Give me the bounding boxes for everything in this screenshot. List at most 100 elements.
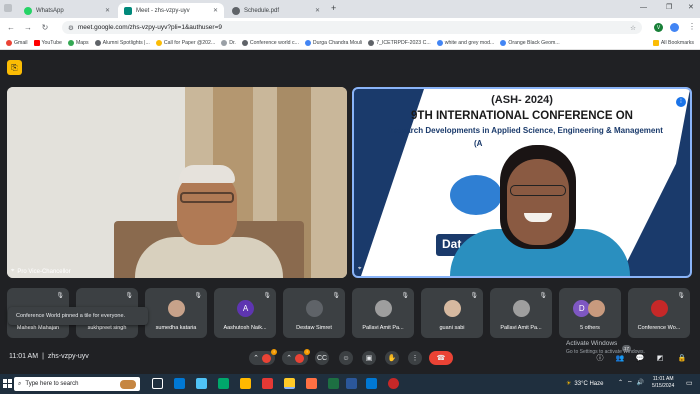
address-bar[interactable]: ⚙ meet.google.com/zhs-vzpy-uyv?pli=1&aut… bbox=[62, 21, 642, 34]
hang-up-icon: ☎ bbox=[436, 355, 446, 362]
recording-info-icon[interactable]: ⎘ bbox=[7, 60, 22, 75]
hand-icon: ✋ bbox=[387, 355, 397, 362]
avatar bbox=[513, 300, 530, 317]
bookmark-call-for-paper[interactable]: Call for Paper @202... bbox=[155, 40, 215, 46]
bookmark-maps[interactable]: Maps bbox=[67, 40, 89, 46]
app-icon[interactable] bbox=[306, 378, 317, 389]
participant-tile[interactable]: 🎙 guani sabi bbox=[421, 288, 483, 338]
meeting-time: 11:01 AM bbox=[9, 353, 39, 360]
pinned-toast: Conference World pinned a tile for every… bbox=[8, 307, 148, 325]
bookmark-dr[interactable]: Dr. bbox=[221, 40, 236, 46]
folder-icon bbox=[652, 40, 659, 46]
excel-icon[interactable] bbox=[328, 378, 339, 389]
emoji-button[interactable]: ☺ bbox=[339, 351, 353, 365]
page-icon bbox=[500, 40, 507, 46]
avatar bbox=[306, 300, 323, 317]
chevron-up-icon: ⌃ bbox=[618, 380, 624, 386]
reload-icon[interactable]: ↻ bbox=[39, 22, 51, 34]
whatsapp-icon bbox=[24, 6, 32, 15]
captions-button[interactable]: CC bbox=[315, 351, 329, 365]
restore-icon[interactable]: ❐ bbox=[666, 3, 672, 11]
taskbar-clock[interactable]: 11:01 AM 5/15/2024 bbox=[652, 376, 674, 390]
video-tile-pro-vice-chancellor[interactable]: ⌖ Pro Vice-Chancellor bbox=[7, 87, 347, 278]
mic-muted-icon: 🎙 bbox=[677, 293, 685, 299]
participant-tile[interactable]: 🎙 sumedha kataria bbox=[145, 288, 207, 338]
video-tile-international-conference[interactable]: (ASH- 2024) 9TH INTERNATIONAL CONFERENCE… bbox=[352, 87, 692, 278]
bookmark-gmail[interactable]: Gmail bbox=[6, 40, 28, 46]
speaking-indicator-icon: ⁞ bbox=[676, 97, 686, 107]
participant-tile-others[interactable]: D5 others bbox=[559, 288, 621, 338]
weather-widget[interactable]: ☀ 33°C Haze bbox=[566, 380, 603, 388]
bookmark-white-grey[interactable]: white and grey mod... bbox=[436, 40, 494, 46]
close-icon[interactable]: ✕ bbox=[105, 7, 110, 14]
menu-dots-icon[interactable]: ⋮ bbox=[688, 22, 696, 31]
globe-icon bbox=[232, 6, 240, 15]
raise-hand-button[interactable]: ✋ bbox=[385, 351, 399, 365]
slide-line-4: (A bbox=[474, 139, 483, 148]
app-icon[interactable] bbox=[196, 378, 207, 389]
edge-icon[interactable] bbox=[174, 378, 185, 389]
bookmark-icetrpdf[interactable]: 7_ICETRPDF-2023 C... bbox=[368, 40, 431, 46]
bookmark-star-icon[interactable]: ☆ bbox=[630, 24, 636, 32]
back-icon[interactable]: ← bbox=[5, 22, 17, 34]
mic-warning-badge: ! bbox=[271, 349, 277, 355]
pin-icon: ⌖ bbox=[11, 268, 15, 274]
participant-tile[interactable]: 🎙 Destaw Simret bbox=[283, 288, 345, 338]
activities-icon[interactable]: ◩ bbox=[654, 352, 666, 364]
bookmarks-bar: Gmail YouTube Maps Alumni Spotlights |..… bbox=[0, 37, 700, 50]
captions-icon: CC bbox=[316, 354, 328, 362]
participant-name-overlay: ⌖ International Conference bbox=[358, 266, 431, 273]
taskbar-search-box[interactable]: ⌕ Type here to search bbox=[14, 377, 140, 391]
close-icon[interactable]: ✕ bbox=[315, 7, 320, 14]
participant-tile[interactable]: A 🎙 Aashutosh Naik... bbox=[214, 288, 276, 338]
mic-muted-icon: 🎙 bbox=[194, 293, 202, 299]
present-button[interactable]: ▣ bbox=[362, 351, 376, 365]
close-icon[interactable]: ✕ bbox=[213, 7, 218, 14]
all-bookmarks[interactable]: All Bookmarks bbox=[652, 40, 694, 46]
tab-search-icon[interactable] bbox=[4, 4, 12, 12]
new-tab-button[interactable]: + bbox=[331, 3, 336, 13]
pin-icon: ⌖ bbox=[358, 266, 362, 272]
host-controls-icon[interactable]: 🔒 bbox=[676, 352, 688, 364]
window-close-icon[interactable]: ✕ bbox=[688, 3, 694, 11]
mic-muted-icon: 🎙 bbox=[539, 293, 547, 299]
slide-line-1: (ASH- 2024) bbox=[491, 94, 553, 106]
bookmark-youtube[interactable]: YouTube bbox=[33, 40, 62, 46]
page-icon bbox=[436, 40, 443, 46]
system-tray[interactable]: ⌃ ⌔ 🔊 bbox=[618, 379, 644, 387]
more-options-button[interactable]: ⋮ bbox=[408, 351, 422, 365]
participant-tile[interactable]: 🎙 Pallavi Amit Pa... bbox=[490, 288, 552, 338]
google-apps-icon[interactable] bbox=[670, 23, 679, 32]
leave-call-button[interactable]: ☎ bbox=[429, 351, 453, 365]
tab-schedule-pdf[interactable]: Schedule.pdf ✕ bbox=[226, 3, 326, 18]
bookmark-conference-world[interactable]: Conference world c... bbox=[241, 40, 299, 46]
bookmark-alumni[interactable]: Alumni Spotlights |... bbox=[94, 40, 150, 46]
mic-muted-icon: 🎙 bbox=[470, 293, 478, 299]
participant-tile[interactable]: 🎙 Pallavi Amit Pa... bbox=[352, 288, 414, 338]
volume-icon: 🔊 bbox=[636, 380, 645, 386]
meet-icon bbox=[124, 6, 132, 15]
mail-icon[interactable] bbox=[366, 378, 377, 389]
tab-whatsapp[interactable]: WhatsApp ✕ bbox=[18, 3, 116, 18]
browser-tab-bar: WhatsApp ✕ Meet - zhs-vzpy-uyv ✕ Schedul… bbox=[0, 0, 700, 18]
tab-meet[interactable]: Meet - zhs-vzpy-uyv ✕ bbox=[118, 3, 224, 18]
windows-start-icon[interactable] bbox=[3, 379, 12, 388]
profile-avatar[interactable]: V bbox=[654, 23, 663, 32]
media-player-icon[interactable] bbox=[388, 378, 399, 389]
task-view-icon[interactable] bbox=[152, 378, 163, 389]
slide-line-2: 9TH INTERNATIONAL CONFERENCE ON bbox=[411, 110, 633, 122]
bookmark-durga[interactable]: Durga Chandra Mouli bbox=[304, 40, 362, 46]
site-info-icon[interactable]: ⚙ bbox=[68, 24, 74, 32]
file-explorer-icon[interactable] bbox=[240, 378, 251, 389]
participant-tile[interactable]: 🎙 Conference Wo... bbox=[628, 288, 690, 338]
separator: | bbox=[42, 353, 44, 360]
bookmark-orange-black[interactable]: Orange Black Geom... bbox=[500, 40, 560, 46]
forward-icon[interactable]: → bbox=[22, 22, 34, 34]
app-icon[interactable] bbox=[262, 378, 273, 389]
app-icon[interactable] bbox=[218, 378, 229, 389]
minimize-icon[interactable]: — bbox=[640, 4, 647, 11]
notification-icon[interactable]: ▭ bbox=[686, 379, 693, 387]
chrome-icon[interactable] bbox=[284, 378, 295, 389]
word-icon[interactable] bbox=[346, 378, 357, 389]
slide-line-3: Research Developments in Applied Science… bbox=[387, 126, 663, 135]
